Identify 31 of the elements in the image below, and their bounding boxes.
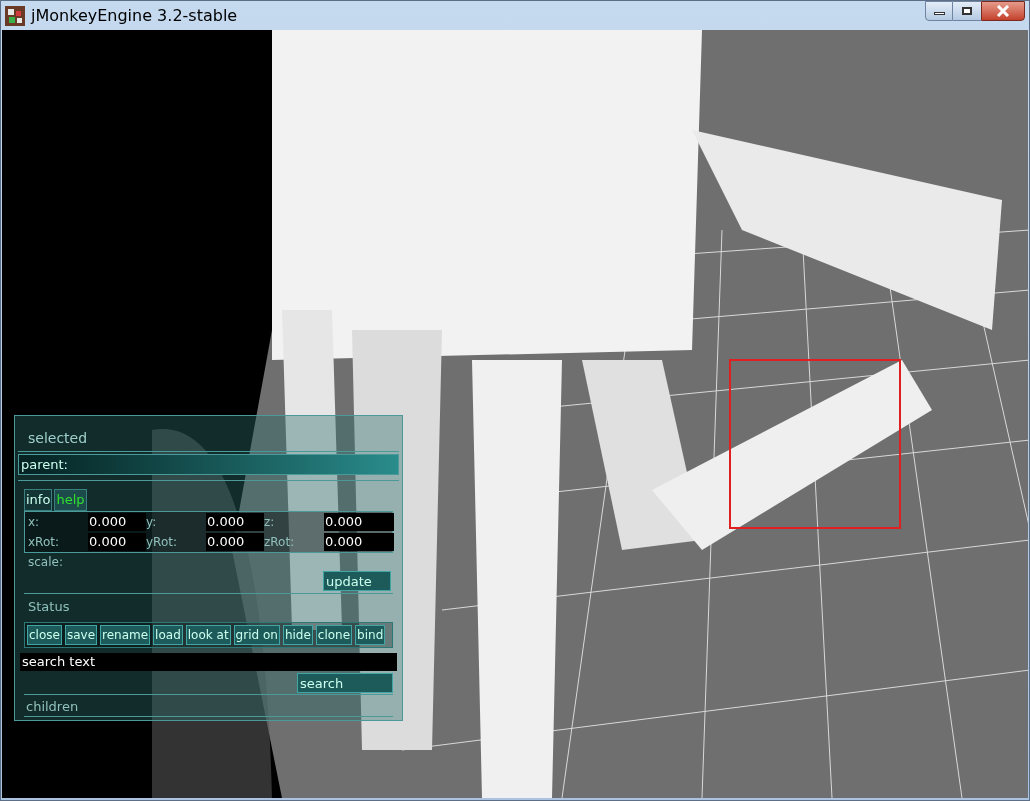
action-button[interactable]: close [27, 624, 62, 645]
window-title: jMonkeyEngine 3.2-stable [31, 4, 238, 27]
field-label: zRot: [264, 534, 296, 551]
app-icon [5, 5, 25, 26]
close-button[interactable] [981, 1, 1025, 21]
number-field[interactable]: 0.000 [324, 533, 394, 551]
field-label: z: [264, 514, 276, 531]
action-button[interactable]: load [153, 624, 183, 645]
search-button[interactable]: search [297, 672, 393, 693]
field-label: xRot: [28, 534, 60, 551]
children-label: children [24, 696, 393, 717]
number-field[interactable]: 0.000 [88, 533, 146, 551]
number-field[interactable]: 0.000 [206, 513, 264, 531]
action-button[interactable]: bind [355, 624, 386, 645]
panel-title: selected [18, 419, 399, 452]
update-button[interactable]: update [323, 571, 391, 591]
parent-label: parent: [18, 453, 399, 475]
scale-label: scale: [27, 554, 64, 571]
maximize-button[interactable] [953, 1, 981, 21]
field-label: yRot: [146, 534, 178, 551]
number-field[interactable]: 0.000 [88, 513, 146, 531]
action-button[interactable]: rename [100, 624, 151, 645]
close-icon [996, 5, 1010, 17]
number-field[interactable]: 0.000 [206, 533, 264, 551]
minimize-button[interactable] [925, 1, 953, 21]
field-label: y: [146, 514, 158, 531]
tab[interactable]: info [24, 489, 53, 511]
number-field[interactable]: 0.000 [324, 513, 394, 531]
status-label: Status [27, 598, 71, 616]
field-label: x: [28, 514, 41, 531]
tab[interactable]: help [54, 489, 87, 511]
